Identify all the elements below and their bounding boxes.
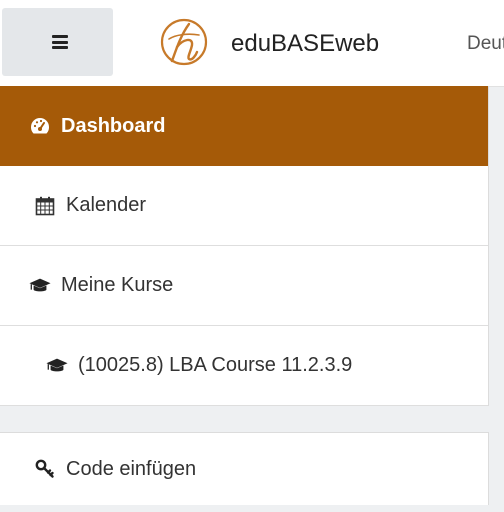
sidebar-item-label: Dashboard — [61, 114, 166, 137]
brand-logo-link[interactable] — [159, 16, 209, 68]
graduation-cap-icon — [46, 355, 68, 377]
calendar-icon — [34, 195, 56, 217]
sidebar-item-label: (10025.8) LBA Course 11.2.3.9 — [78, 354, 353, 376]
sidebar-separator — [0, 406, 489, 432]
dashboard-icon — [29, 115, 51, 137]
sidebar-item-dashboard[interactable]: Dashboard — [0, 86, 488, 166]
sidebar-item-label: Code einfügen — [66, 457, 197, 480]
sidebar-item-enter-code[interactable]: Code einfügen — [0, 433, 488, 505]
sidebar-main-nav: Dashboard Kalender Meine Kurse (10025.8)… — [0, 86, 489, 406]
top-navbar: eduBASEweb Deutsch — [0, 0, 504, 87]
sidebar-item-course[interactable]: (10025.8) LBA Course 11.2.3.9 — [0, 326, 488, 406]
sidebar-item-label: Meine Kurse — [61, 274, 174, 296]
sidebar-item-label: Kalender — [66, 194, 147, 216]
menu-toggle-button[interactable] — [2, 8, 113, 76]
sidebar-item-my-courses[interactable]: Meine Kurse — [0, 246, 488, 326]
sidebar-secondary-nav: Code einfügen — [0, 432, 489, 505]
brand-name[interactable]: eduBASEweb — [231, 30, 379, 58]
hamburger-icon — [52, 35, 68, 49]
graduation-cap-icon — [29, 275, 51, 297]
edubase-logo — [160, 18, 208, 66]
sidebar: Dashboard Kalender Meine Kurse (10025.8)… — [0, 86, 489, 505]
sidebar-item-calendar[interactable]: Kalender — [0, 166, 488, 246]
language-selector[interactable]: Deutsch — [467, 32, 504, 56]
key-icon — [34, 458, 56, 480]
